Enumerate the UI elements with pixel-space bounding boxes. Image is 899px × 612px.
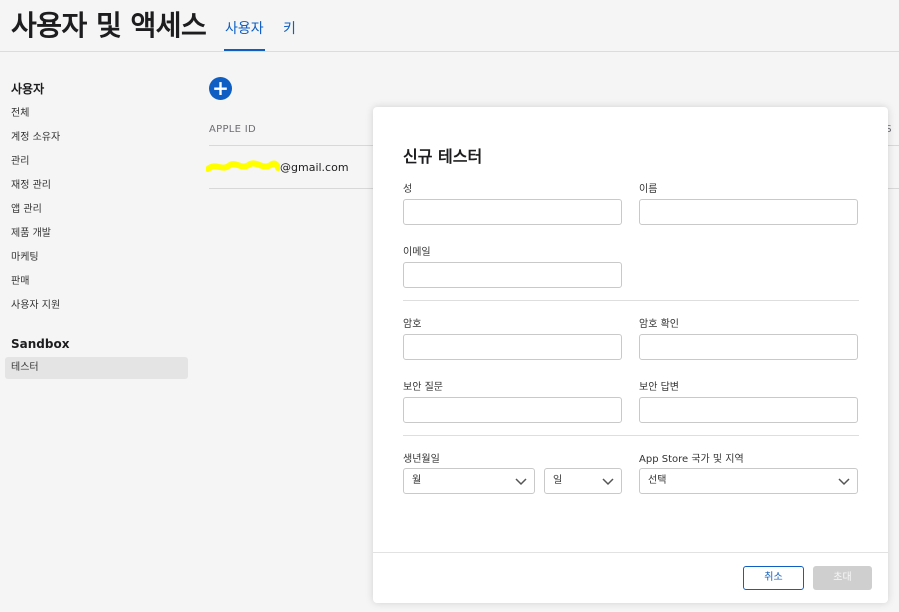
password-label: 암호: [403, 319, 422, 330]
sidebar-item-testers[interactable]: 테스터: [5, 357, 188, 379]
birthdate-label: 생년월일: [403, 454, 440, 465]
dialog-footer-divider: [373, 552, 888, 553]
sidebar-item-app-manager[interactable]: 앱 관리: [11, 200, 42, 215]
column-header-apple-id[interactable]: APPLE ID: [209, 124, 256, 135]
security-answer-label: 보안 답변: [639, 382, 679, 393]
sidebar-heading-users: 사용자: [11, 82, 45, 96]
email-field[interactable]: [403, 262, 622, 288]
region-value: 선택: [648, 475, 667, 486]
tab-keys[interactable]: 키: [283, 18, 296, 38]
tab-users[interactable]: 사용자: [224, 18, 265, 51]
table-row-email[interactable]: @gmail.com: [280, 161, 349, 174]
last-name-field[interactable]: [403, 199, 622, 225]
page-title: 사용자 및 액세스: [11, 9, 207, 42]
invite-button[interactable]: 초대: [813, 566, 872, 590]
birth-day-value: 일: [553, 475, 563, 486]
confirm-password-field[interactable]: [639, 334, 858, 360]
region-label: App Store 국가 및 지역: [639, 454, 744, 465]
redaction-scribble: [206, 160, 280, 172]
region-select[interactable]: 선택: [639, 468, 858, 494]
birth-month-value: 월: [412, 475, 422, 486]
security-question-label: 보안 질문: [403, 382, 443, 393]
section-divider: [403, 300, 859, 301]
plus-circle-icon[interactable]: +: [209, 77, 232, 100]
chevron-down-icon: [838, 478, 850, 486]
sidebar-item-admin[interactable]: 관리: [11, 152, 29, 167]
dialog-title: 신규 테스터: [403, 147, 483, 166]
security-answer-field[interactable]: [639, 397, 858, 423]
new-tester-dialog: 신규 테스터 성 이름 이메일 암호 암호 확인 보안 질문 보안 답변 생년월…: [373, 107, 888, 603]
birth-month-select[interactable]: 월: [403, 468, 535, 494]
sidebar-item-marketing[interactable]: 마케팅: [11, 248, 39, 263]
chevron-down-icon: [602, 478, 614, 486]
first-name-label: 이름: [639, 184, 658, 195]
birth-day-select[interactable]: 일: [544, 468, 622, 494]
sidebar-heading-sandbox: Sandbox: [11, 337, 70, 351]
section-divider: [403, 435, 859, 436]
sidebar-item-account-holder[interactable]: 계정 소유자: [11, 128, 60, 143]
email-label: 이메일: [403, 247, 431, 258]
last-name-label: 성: [403, 184, 413, 195]
confirm-password-label: 암호 확인: [639, 319, 679, 330]
sidebar-item-sales[interactable]: 판매: [11, 272, 29, 287]
sidebar-item-support[interactable]: 사용자 지원: [11, 296, 60, 311]
password-field[interactable]: [403, 334, 622, 360]
sidebar-item-developer[interactable]: 제품 개발: [11, 224, 51, 239]
security-question-field[interactable]: [403, 397, 622, 423]
chevron-down-icon: [515, 478, 527, 486]
page-header: 사용자 및 액세스 사용자 키: [0, 0, 899, 52]
first-name-field[interactable]: [639, 199, 858, 225]
cancel-button[interactable]: 취소: [743, 566, 804, 590]
sidebar-item-finance[interactable]: 재정 관리: [11, 176, 51, 191]
sidebar-item-all[interactable]: 전체: [11, 104, 29, 119]
